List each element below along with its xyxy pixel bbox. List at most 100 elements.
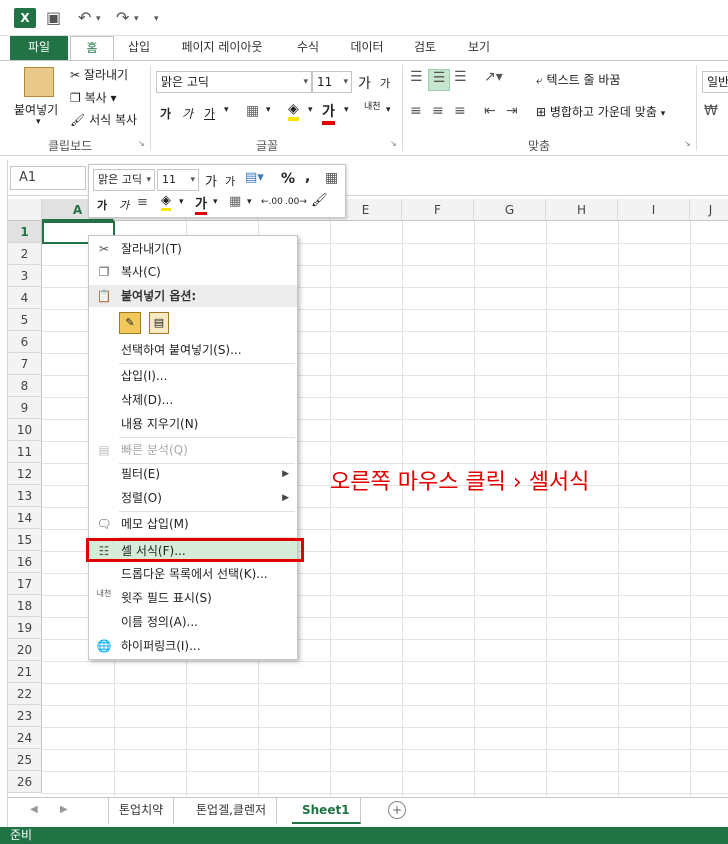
increase-indent-icon[interactable]: ⇥ [506,103,518,119]
mini-format-painter-icon[interactable]: 🖌 [311,193,328,208]
currency-icon[interactable]: ₩ [704,103,718,119]
merge-center-button[interactable]: ⊞ 병합하고 가운데 맞춤 ▾ [536,103,665,120]
tab-file[interactable]: 파일 [10,36,68,60]
mini-number-format-icon[interactable]: ▤▾ [245,170,264,185]
clipboard-launcher-icon[interactable]: ↘ [138,139,145,148]
column-header[interactable]: G [474,199,546,221]
mini-font-name-box[interactable]: 맑은 고딕 ▾ [93,169,155,191]
align-left-icon[interactable]: ≡ [410,103,422,119]
menu-item-define-name[interactable]: 이름 정의(A)... [89,611,297,633]
column-header[interactable]: F [402,199,474,221]
name-box[interactable]: A1 [10,166,86,190]
paste-button[interactable]: 붙여넣기 [14,101,58,118]
mini-percent-button[interactable]: % [281,171,295,187]
cut-button[interactable]: ✂ 잘라내기 [70,66,128,83]
column-header[interactable]: H [546,199,618,221]
menu-item-copy[interactable]: ❐ 복사(C) [89,261,297,283]
mini-grow-font-button[interactable]: 가 [205,171,217,190]
menu-item-clear-contents[interactable]: 내용 지우기(N) [89,413,297,435]
mini-fill-color-icon[interactable]: ◈ [161,193,171,211]
tab-page-layout[interactable]: 페이지 레이아웃 [172,36,272,60]
menu-item-filter[interactable]: 필터(E) ▶ [89,463,297,485]
align-top-icon[interactable]: ☰ [410,69,423,85]
mini-format-table-icon[interactable]: ▦ [325,170,338,186]
row-header[interactable]: 11 [8,441,42,463]
row-header[interactable]: 21 [8,661,42,683]
mini-comma-button[interactable]: , [305,169,310,185]
row-header[interactable]: 5 [8,309,42,331]
row-header[interactable]: 13 [8,485,42,507]
menu-item-cut[interactable]: ✂ 잘라내기(T) [89,238,297,260]
font-size-box[interactable]: 11 ▾ [312,71,352,93]
align-middle-icon[interactable]: ☰ [428,69,450,91]
undo-icon[interactable]: ↶ [78,8,91,27]
underline-dropdown-icon[interactable]: ▾ [224,105,229,115]
paste-dropdown-icon[interactable]: ▾ [36,117,41,127]
row-header[interactable]: 26 [8,771,42,793]
fill-dropdown-icon[interactable]: ▾ [308,105,313,115]
sheet-tab[interactable]: 톤업치약 [108,798,175,824]
row-header[interactable]: 7 [8,353,42,375]
paste-option-formatting-icon[interactable]: ✎ [119,312,141,334]
sheet-tab-active[interactable]: Sheet1 [292,798,361,824]
align-bottom-icon[interactable]: ☰ [454,69,467,85]
mini-center-icon[interactable]: ≡ [137,195,148,210]
row-header[interactable]: 10 [8,419,42,441]
row-header[interactable]: 16 [8,551,42,573]
row-header[interactable]: 8 [8,375,42,397]
orientation-icon[interactable]: ↗▾ [484,69,503,85]
column-header[interactable]: J [690,199,728,221]
decrease-indent-icon[interactable]: ⇤ [484,103,496,119]
scroll-left-icon[interactable]: ◀ [30,804,38,815]
row-header[interactable]: 14 [8,507,42,529]
font-name-box[interactable]: 맑은 고딕 ▾ [156,71,312,93]
font-color-icon[interactable]: 가 [322,101,335,125]
row-header[interactable]: 18 [8,595,42,617]
redo-icon[interactable]: ↷ [116,8,129,27]
mini-fill-dropdown-icon[interactable]: ▾ [179,197,184,207]
font-color-dropdown-icon[interactable]: ▾ [344,105,349,115]
row-header[interactable]: 4 [8,287,42,309]
mini-increase-decimal-button[interactable]: ←.00 [261,197,283,207]
mini-font-color-dropdown-icon[interactable]: ▾ [213,197,218,207]
menu-item-show-phonetic[interactable]: 내천 윗주 필드 표시(S) [89,587,297,609]
menu-item-sort[interactable]: 정렬(O) ▶ [89,487,297,509]
row-header[interactable]: 6 [8,331,42,353]
tab-review[interactable]: 검토 [406,36,444,60]
save-icon[interactable]: ▣ [46,8,61,27]
mini-border-icon[interactable]: ▦ [229,194,241,209]
format-painter-button[interactable]: 🖌 서식 복사 [70,111,137,128]
menu-item-pick-from-list[interactable]: 드롭다운 목록에서 선택(K)... [89,563,297,585]
row-header[interactable]: 17 [8,573,42,595]
shrink-font-button[interactable]: 가 [380,75,390,91]
underline-button[interactable]: 가 [204,105,215,122]
align-right-icon[interactable]: ≡ [454,103,466,119]
row-header[interactable]: 12 [8,463,42,485]
font-launcher-icon[interactable]: ↘ [390,139,397,148]
alignment-launcher-icon[interactable]: ↘ [684,139,691,148]
fill-color-icon[interactable]: ◈ [288,101,299,121]
menu-item-paste-special[interactable]: 선택하여 붙여넣기(S)... [89,339,297,361]
mini-font-color-button[interactable]: 가 [195,193,207,215]
column-header[interactable]: I [618,199,690,221]
bold-button[interactable]: 가 [160,105,171,122]
row-header[interactable]: 24 [8,727,42,749]
tab-home[interactable]: 홈 [70,36,114,60]
border-dropdown-icon[interactable]: ▾ [266,105,271,115]
row-header[interactable]: 23 [8,705,42,727]
row-header[interactable]: 20 [8,639,42,661]
row-header[interactable]: 15 [8,529,42,551]
copy-button[interactable]: ❐ 복사 ▾ [70,89,117,106]
row-header[interactable]: 9 [8,397,42,419]
mini-decrease-decimal-button[interactable]: .00→ [285,197,307,207]
mini-font-size-box[interactable]: 11 ▾ [157,169,199,191]
tab-view[interactable]: 보기 [460,36,498,60]
mini-shrink-font-button[interactable]: 가 [225,173,235,189]
mini-border-dropdown-icon[interactable]: ▾ [247,197,252,207]
phonetic-dropdown-icon[interactable]: ▾ [386,105,391,115]
redo-dropdown-icon[interactable]: ▾ [134,14,139,24]
italic-button[interactable]: 가 [182,105,193,122]
undo-dropdown-icon[interactable]: ▾ [96,14,101,24]
scroll-right-icon[interactable]: ▶ [60,804,68,815]
phonetic-button[interactable]: 내천 [364,103,381,112]
